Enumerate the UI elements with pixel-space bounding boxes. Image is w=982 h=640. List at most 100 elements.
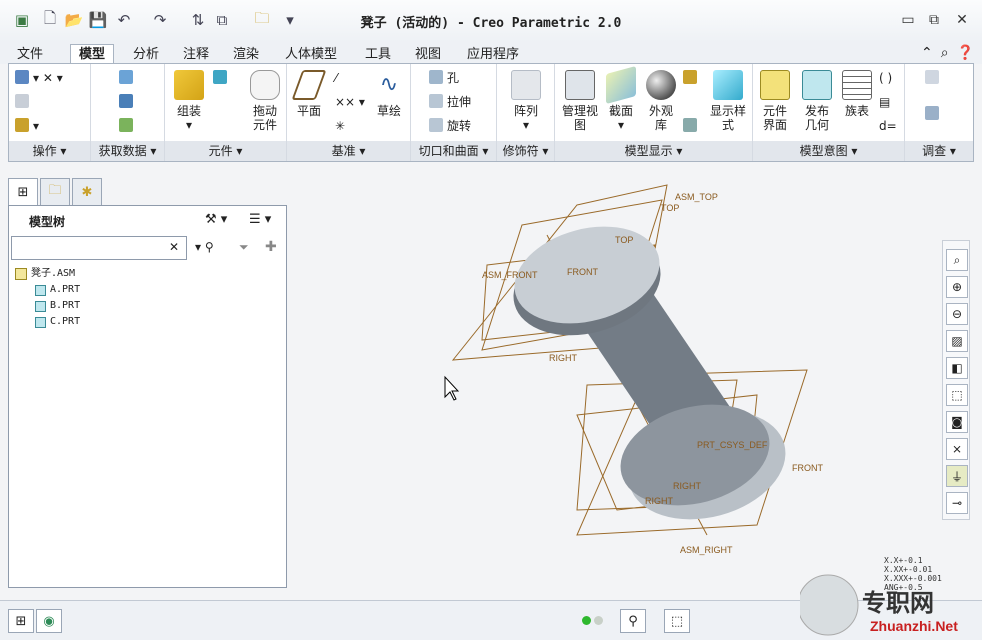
tab-applications[interactable]: 应用程序	[458, 44, 528, 64]
folder-browser-tab-icon[interactable]: 🗀	[40, 178, 70, 206]
tab-view[interactable]: 视图	[406, 44, 450, 64]
tab-analysis[interactable]: 分析	[124, 44, 168, 64]
clear-filter-icon[interactable]: ✕	[169, 240, 179, 254]
group-label: 模型意图 ▾	[753, 141, 904, 161]
copy-geometry-icon[interactable]	[119, 92, 137, 112]
publish-geometry-label: 发布 几何	[804, 104, 829, 132]
tab-tools[interactable]: 工具	[356, 44, 400, 64]
parameters-icon[interactable]: ( )	[879, 68, 892, 88]
publish-geometry-button[interactable]: 发布 几何	[799, 70, 835, 132]
datum-label: FRONT	[567, 267, 598, 277]
search-icon[interactable]: ⌕	[941, 45, 949, 61]
restore-button[interactable]: ⧉	[922, 8, 946, 32]
favorites-tab-icon[interactable]: ✱	[72, 178, 102, 206]
manage-views-button[interactable]: 管理视 图	[559, 70, 601, 132]
ribbon-tabs: 文件 模型 分析 注释 渲染 人体模型 工具 视图 应用程序	[0, 42, 982, 64]
component-interface-label: 元件 界面	[762, 104, 787, 132]
group-datum: 平面 ⁄ ×× ▾ ✳ ∿ 草绘 基准 ▾	[287, 64, 411, 161]
find-binoculars-icon[interactable]: ▾ ⚲	[195, 240, 214, 254]
pattern-button[interactable]: 阵列 ▾	[505, 70, 547, 132]
spin-center-icon[interactable]: ⊸	[946, 492, 968, 514]
display-toggle-icon[interactable]	[683, 68, 701, 88]
selection-filter-icon[interactable]: ⬚	[664, 609, 690, 633]
tree-item-part[interactable]: B.PRT	[9, 298, 286, 314]
group-get-data: 获取数据 ▾	[91, 64, 165, 161]
tree-item-part[interactable]: A.PRT	[9, 282, 286, 298]
toggle-browser-icon[interactable]: ◉	[36, 609, 62, 633]
watermark-logo: 专职网 Zhuanzhi.Net	[797, 573, 982, 640]
drag-component-button[interactable]: 拖动 元件	[247, 70, 283, 132]
axis-icon[interactable]: ⁄	[335, 68, 337, 88]
tab-file[interactable]: 文件	[8, 44, 52, 64]
tree-item-part[interactable]: C.PRT	[9, 314, 286, 330]
spin-center-icon[interactable]	[683, 116, 701, 136]
navigator-tabs: ⊞ 🗀 ✱	[8, 178, 102, 206]
regenerate-button[interactable]: ▾ ✕ ▾	[15, 68, 63, 88]
display-style-icon	[713, 70, 743, 100]
appearance-label: 外观 库	[648, 104, 673, 132]
ribbon: ▾ ✕ ▾ ▾ 操作 ▾ 获取数据 ▾ 组装 ▾ 拖动 元件 元件 ▾ 平面 ⁄ …	[8, 63, 974, 162]
filter-icon[interactable]: ⏷	[239, 240, 249, 255]
watermark-cn: 专职网	[862, 589, 934, 617]
relations-icon[interactable]: d=	[879, 116, 897, 136]
paste-button[interactable]: ▾	[15, 116, 39, 136]
toggle-navigator-icon[interactable]: ⊞	[8, 609, 34, 633]
close-button[interactable]: ✕	[950, 8, 974, 32]
repaint-icon[interactable]: ▨	[946, 330, 968, 352]
find-icon[interactable]: ⚲	[620, 609, 646, 633]
datum-label: TOP	[615, 235, 633, 245]
create-component-icon[interactable]	[213, 68, 231, 88]
point-icon[interactable]: ×× ▾	[335, 92, 365, 112]
tab-model[interactable]: 模型	[70, 44, 115, 64]
annotation-display-icon[interactable]: ⏚	[946, 465, 968, 487]
saved-orientations-icon[interactable]: ⬚	[946, 384, 968, 406]
help-icon[interactable]: ❓	[957, 45, 974, 61]
model-tree-header: 模型树 ⚒ ▾ ☰ ▾	[9, 206, 286, 234]
refit-icon[interactable]: ⌕	[946, 249, 968, 271]
plane-button[interactable]: 平面	[291, 70, 327, 118]
section-button[interactable]: 截面 ▾	[605, 65, 637, 132]
sketch-button[interactable]: ∿ 草绘	[371, 70, 407, 118]
component-interface-button[interactable]: 元件 界面	[757, 70, 793, 132]
revolve-button[interactable]: 旋转	[429, 116, 471, 136]
view-manager-icon[interactable]: ◙	[946, 411, 968, 433]
csys-icon[interactable]: ✳	[335, 116, 345, 136]
part-icon	[35, 284, 46, 296]
show-menu-icon[interactable]: ☰ ▾	[249, 212, 271, 227]
add-column-icon[interactable]: ✚	[265, 239, 277, 255]
datum-label: PRT_CSYS_DEF	[697, 440, 768, 450]
datum-display-icon[interactable]: ⨯	[946, 438, 968, 460]
switch-dimensions-icon[interactable]: ▤	[879, 92, 890, 112]
display-style-icon[interactable]: ◧	[946, 357, 968, 379]
copy-button[interactable]	[15, 92, 33, 112]
zoom-out-icon[interactable]: ⊖	[946, 303, 968, 325]
investigate-icon[interactable]	[925, 68, 943, 88]
tree-settings-icon[interactable]: ⚒ ▾	[205, 212, 227, 227]
tab-annotate[interactable]: 注释	[174, 44, 218, 64]
graphics-viewport[interactable]: ASM_TOP TOP TOP ASM_FRONT FRONT RIGHT PR…	[287, 165, 937, 595]
reference-viewer-icon[interactable]	[925, 104, 943, 124]
appearance-gallery-button[interactable]: 外观 库	[643, 70, 679, 132]
model-tree-filter-input[interactable]	[11, 236, 187, 260]
tree-item-label: C.PRT	[50, 316, 81, 327]
model-tree-tab-icon[interactable]: ⊞	[8, 178, 38, 206]
shrinkwrap-icon[interactable]	[119, 116, 137, 136]
hole-button[interactable]: 孔	[429, 68, 459, 88]
minimize-button[interactable]: ▭	[896, 8, 920, 32]
datum-label: ASM_TOP	[675, 192, 718, 202]
tab-manikin[interactable]: 人体模型	[276, 44, 346, 64]
tab-render[interactable]: 渲染	[224, 44, 268, 64]
extrude-button[interactable]: 拉伸	[429, 92, 471, 112]
pattern-label: 阵列	[513, 104, 538, 118]
family-table-button[interactable]: 族表	[839, 70, 875, 118]
table-icon	[842, 70, 872, 100]
assemble-button[interactable]: 组装 ▾	[169, 70, 209, 132]
camera-icon	[565, 70, 595, 100]
datum-label: TOP	[661, 203, 679, 213]
tree-item-assembly[interactable]: 凳子.ASM	[9, 266, 286, 282]
publish-geometry-icon	[802, 70, 832, 100]
minimize-ribbon-icon[interactable]: ⌃	[921, 45, 933, 61]
display-style-button[interactable]: 显示样 式	[707, 70, 749, 132]
zoom-in-icon[interactable]: ⊕	[946, 276, 968, 298]
user-defined-feature-icon[interactable]	[119, 68, 137, 88]
